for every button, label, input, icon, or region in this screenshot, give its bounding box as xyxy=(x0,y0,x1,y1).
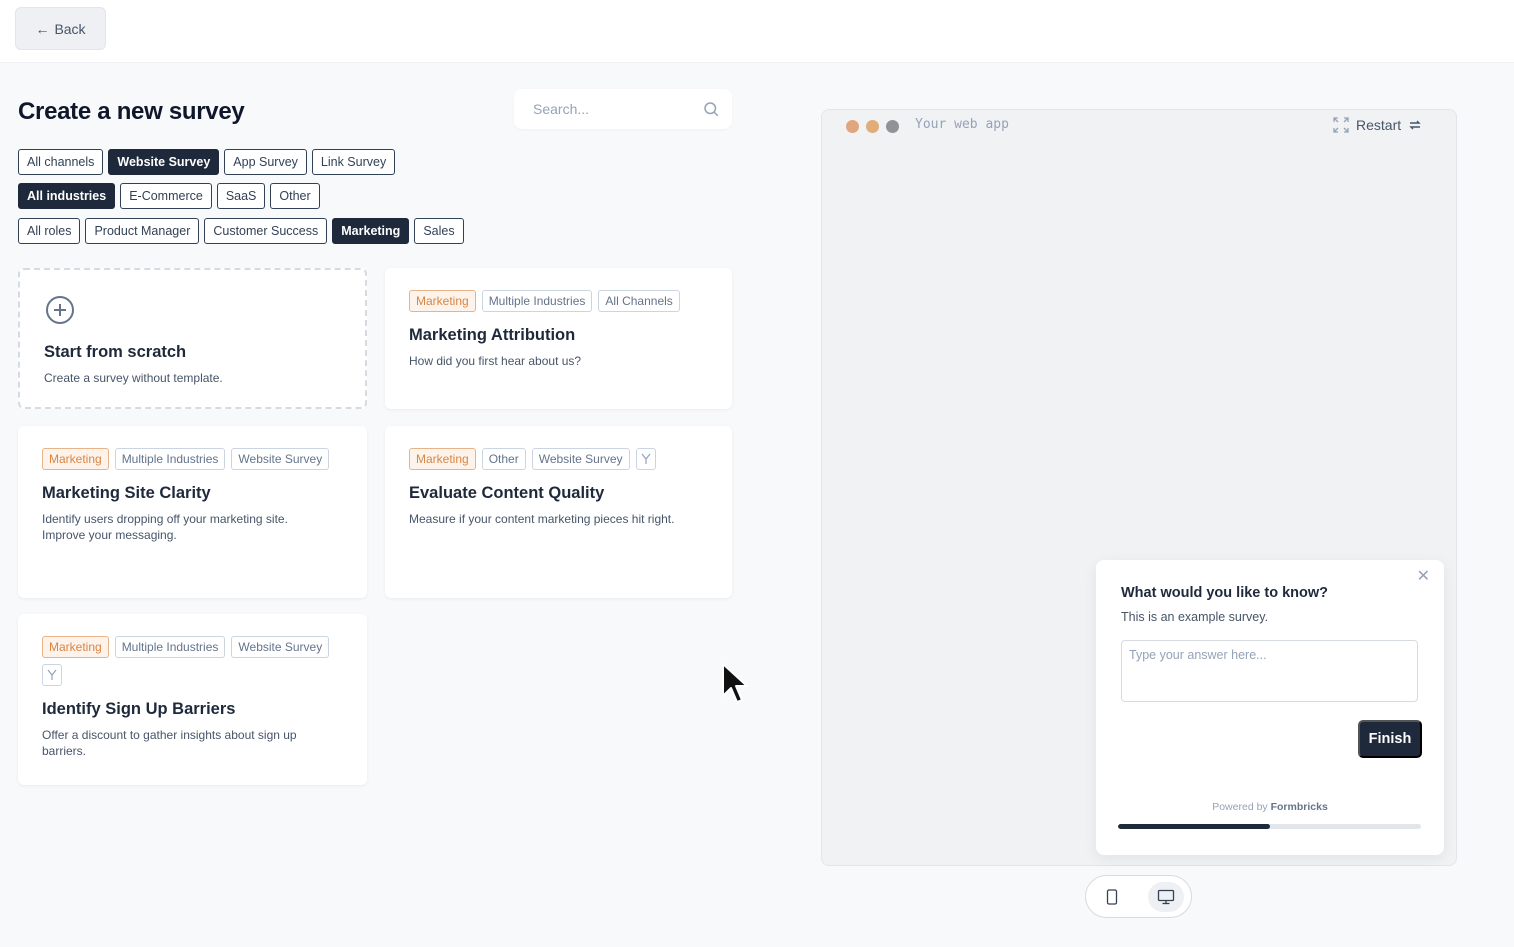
survey-widget: ✕ What would you like to know? This is a… xyxy=(1096,560,1444,855)
mouse-cursor-icon xyxy=(722,663,748,703)
role-filters: All roles Product Manager Customer Succe… xyxy=(18,218,464,244)
answer-placeholder: Type your answer here... xyxy=(1129,648,1267,662)
tag: Website Survey xyxy=(531,448,630,470)
template-title: Marketing Site Clarity xyxy=(42,484,211,502)
refresh-icon xyxy=(1409,120,1421,130)
plus-circle-icon xyxy=(46,296,74,324)
window-dot-icon xyxy=(846,120,859,133)
start-from-scratch-card[interactable]: Start from scratch Create a survey witho… xyxy=(18,268,367,409)
filter-customer-success[interactable]: Customer Success xyxy=(204,218,328,244)
search-placeholder: Search... xyxy=(533,101,590,117)
branching-icon xyxy=(42,664,62,686)
tag: Marketing xyxy=(42,448,109,470)
filter-app-survey[interactable]: App Survey xyxy=(224,149,307,175)
tag: Other xyxy=(481,448,526,470)
industry-filters: All industries E-Commerce SaaS Other xyxy=(18,183,320,209)
filter-marketing[interactable]: Marketing xyxy=(332,218,410,244)
top-bar: ← Back xyxy=(0,0,1514,63)
restart-label: Restart xyxy=(1356,117,1402,133)
filter-all-roles[interactable]: All roles xyxy=(18,218,81,244)
window-dot-icon xyxy=(866,120,879,133)
filter-product-manager[interactable]: Product Manager xyxy=(85,218,200,244)
template-title: Evaluate Content Quality xyxy=(409,484,605,502)
back-label: Back xyxy=(54,20,86,37)
template-card[interactable]: Marketing Multiple Industries All Channe… xyxy=(385,268,732,409)
filter-website-survey[interactable]: Website Survey xyxy=(108,149,220,175)
preview-window: Your web app Restart ✕ What would you li… xyxy=(821,109,1457,866)
tag-list: Marketing Multiple Industries All Channe… xyxy=(409,290,708,312)
tag: Multiple Industries xyxy=(114,448,226,470)
tag: Website Survey xyxy=(231,636,330,658)
back-button[interactable]: ← Back xyxy=(15,7,106,50)
arrow-left-icon: ← xyxy=(35,20,50,37)
progress-bar xyxy=(1118,824,1421,829)
powered-by: Powered by Formbricks xyxy=(1096,801,1444,813)
template-title: Marketing Attribution xyxy=(409,326,576,344)
app-label: Your web app xyxy=(915,117,1009,132)
monitor-icon xyxy=(1157,889,1174,904)
tag: Marketing xyxy=(42,636,109,658)
window-controls xyxy=(846,120,899,133)
filter-link-survey[interactable]: Link Survey xyxy=(311,149,396,175)
expand-icon[interactable] xyxy=(1333,117,1349,138)
page-title: Create a new survey xyxy=(18,98,245,125)
template-title: Identify Sign Up Barriers xyxy=(42,700,236,718)
tag: Multiple Industries xyxy=(114,636,226,658)
filter-sales[interactable]: Sales xyxy=(414,218,464,244)
filter-e-commerce[interactable]: E-Commerce xyxy=(120,183,212,209)
mobile-view-button[interactable] xyxy=(1094,882,1130,912)
filter-saas[interactable]: SaaS xyxy=(216,183,266,209)
answer-textarea[interactable]: Type your answer here... xyxy=(1121,640,1418,702)
tag: Website Survey xyxy=(231,448,330,470)
survey-question: What would you like to know? xyxy=(1121,585,1329,601)
powered-prefix: Powered by xyxy=(1212,801,1268,813)
survey-subheader: This is an example survey. xyxy=(1121,610,1269,624)
template-card[interactable]: Marketing Other Website Survey Evaluate … xyxy=(385,426,732,598)
filter-all-channels[interactable]: All channels xyxy=(18,149,104,175)
filter-all-industries[interactable]: All industries xyxy=(18,183,116,209)
finish-button[interactable]: Finish xyxy=(1358,720,1422,758)
template-description: Measure if your content marketing pieces… xyxy=(409,512,675,526)
tag-list: Marketing Other Website Survey xyxy=(409,448,708,470)
window-dot-icon xyxy=(886,120,899,133)
search-icon xyxy=(704,102,719,117)
smartphone-icon xyxy=(1106,888,1117,905)
restart-button[interactable]: Restart xyxy=(1356,117,1422,133)
template-description: Offer a discount to gather insights abou… xyxy=(42,728,297,758)
template-card[interactable]: Marketing Multiple Industries Website Su… xyxy=(18,614,367,785)
template-description: How did you first hear about us? xyxy=(409,354,582,368)
close-icon[interactable]: ✕ xyxy=(1417,566,1430,586)
tag: Marketing xyxy=(409,290,476,312)
progress-fill xyxy=(1118,824,1270,829)
branching-icon xyxy=(635,448,656,470)
device-toggle xyxy=(1085,875,1192,918)
tag: Marketing xyxy=(409,448,476,470)
tag-list: Marketing Multiple Industries Website Su… xyxy=(42,636,343,686)
brand-name: Formbricks xyxy=(1270,801,1328,813)
template-card[interactable]: Marketing Multiple Industries Website Su… xyxy=(18,426,367,598)
scratch-title: Start from scratch xyxy=(44,343,187,361)
scratch-description: Create a survey without template. xyxy=(44,371,223,385)
tag: All Channels xyxy=(598,290,680,312)
tag-list: Marketing Multiple Industries Website Su… xyxy=(42,448,343,470)
template-description: Identify users dropping off your marketi… xyxy=(42,512,288,542)
channel-filters: All channels Website Survey App Survey L… xyxy=(18,149,396,175)
search-input[interactable]: Search... xyxy=(514,89,732,129)
desktop-view-button[interactable] xyxy=(1147,881,1184,912)
filter-other[interactable]: Other xyxy=(270,183,320,209)
tag: Multiple Industries xyxy=(481,290,593,312)
